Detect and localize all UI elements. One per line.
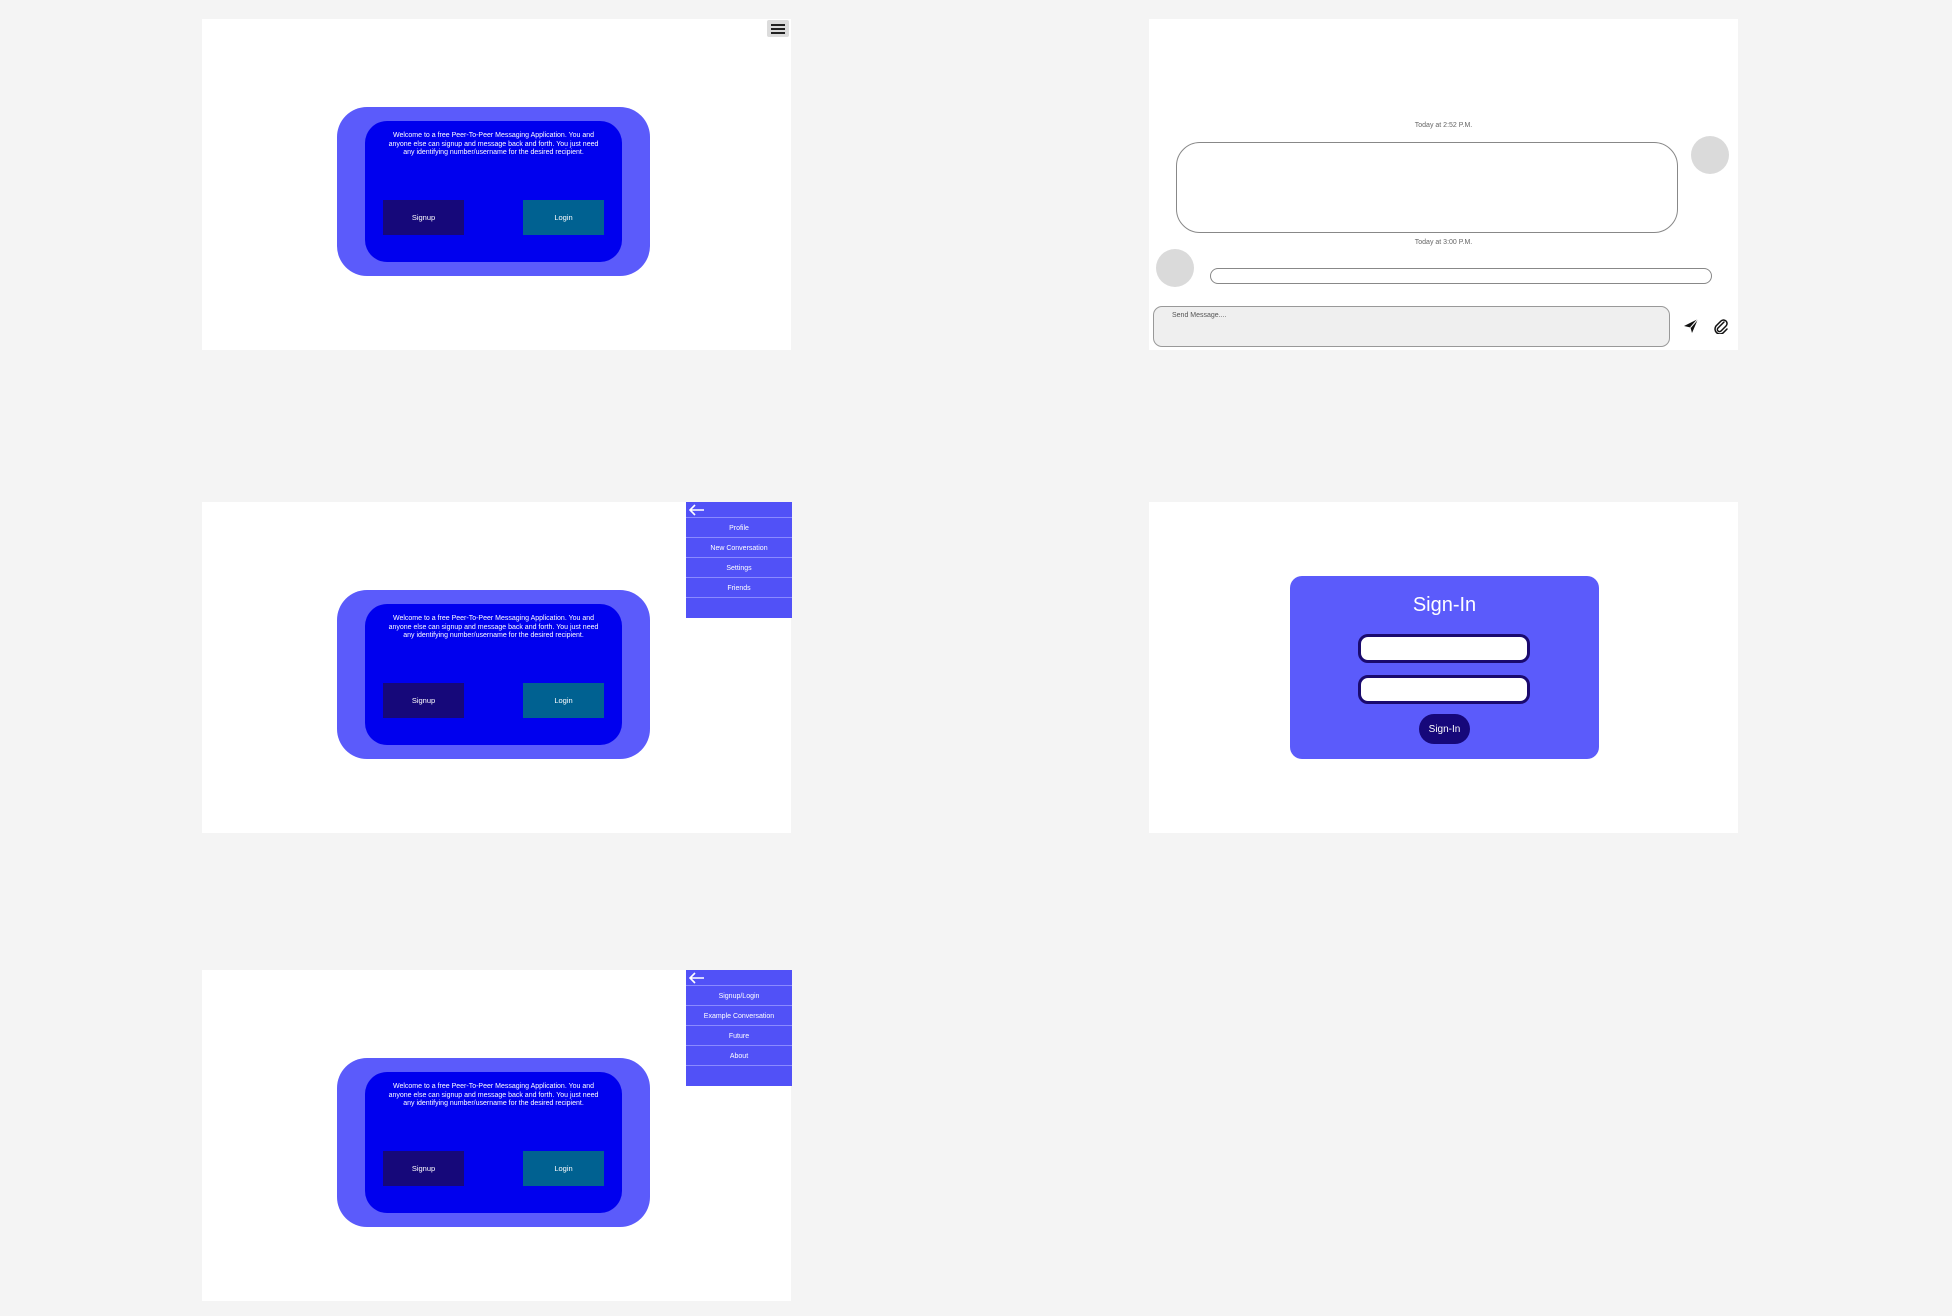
signup-button[interactable]: Signup [383,1151,464,1186]
menu-item-about[interactable]: About [686,1045,792,1066]
login-button[interactable]: Login [523,683,604,718]
menu-item-new-conversation[interactable]: New Conversation [686,537,792,558]
login-button[interactable]: Login [523,200,604,235]
message-input-placeholder: Send Message.... [1172,312,1227,319]
signin-title: Sign-In [1412,594,1477,616]
chat-screen: Today at 2:52 P.M. Today at 3:00 P.M. Se… [1149,19,1738,350]
signup-button[interactable]: Signup [383,200,464,235]
message-timestamp: Today at 3:00 P.M. [1414,239,1473,246]
signup-button[interactable]: Signup [383,683,464,718]
arrow-left-icon[interactable] [689,504,705,516]
side-menu: Profile New Conversation Settings Friend… [686,502,792,618]
signin-screen: Sign-In Sign-In [1149,502,1738,833]
signin-button[interactable]: Sign-In [1419,714,1470,744]
welcome-panel: Welcome to a free Peer-To-Peer Messaging… [365,604,622,745]
welcome-card: Welcome to a free Peer-To-Peer Messaging… [337,1058,650,1227]
avatar [1691,136,1729,174]
menu-item-settings[interactable]: Settings [686,557,792,578]
welcome-text: Welcome to a free Peer-To-Peer Messaging… [388,1083,599,1107]
message-timestamp: Today at 2:52 P.M. [1414,122,1473,129]
password-field[interactable] [1358,675,1530,704]
home-screen: Welcome to a free Peer-To-Peer Messaging… [202,19,791,350]
username-field[interactable] [1358,634,1530,663]
menu-divider [686,597,792,598]
login-button[interactable]: Login [523,1151,604,1186]
arrow-left-icon[interactable] [689,972,705,984]
home-screen-guest-menu: Welcome to a free Peer-To-Peer Messaging… [202,970,792,1301]
welcome-card: Welcome to a free Peer-To-Peer Messaging… [337,590,650,759]
send-icon[interactable] [1683,318,1699,334]
message-input[interactable]: Send Message.... [1153,306,1670,347]
welcome-panel: Welcome to a free Peer-To-Peer Messaging… [365,121,622,262]
message-bubble-incoming [1210,268,1712,284]
welcome-card: Welcome to a free Peer-To-Peer Messaging… [337,107,650,276]
menu-item-example-conversation[interactable]: Example Conversation [686,1005,792,1026]
menu-item-profile[interactable]: Profile [686,517,792,538]
avatar [1156,249,1194,287]
menu-divider [686,1065,792,1066]
side-menu: Signup/Login Example Conversation Future… [686,970,792,1086]
menu-item-signup-login[interactable]: Signup/Login [686,985,792,1006]
menu-item-future[interactable]: Future [686,1025,792,1046]
home-screen-menu-open: Welcome to a free Peer-To-Peer Messaging… [202,502,792,833]
welcome-panel: Welcome to a free Peer-To-Peer Messaging… [365,1072,622,1213]
welcome-text: Welcome to a free Peer-To-Peer Messaging… [388,132,599,156]
hamburger-menu-icon[interactable] [767,20,789,37]
welcome-text: Welcome to a free Peer-To-Peer Messaging… [388,615,599,639]
message-bubble-outgoing [1176,142,1678,233]
paperclip-icon[interactable] [1713,318,1729,335]
signin-card: Sign-In Sign-In [1290,576,1599,759]
menu-item-friends[interactable]: Friends [686,577,792,598]
